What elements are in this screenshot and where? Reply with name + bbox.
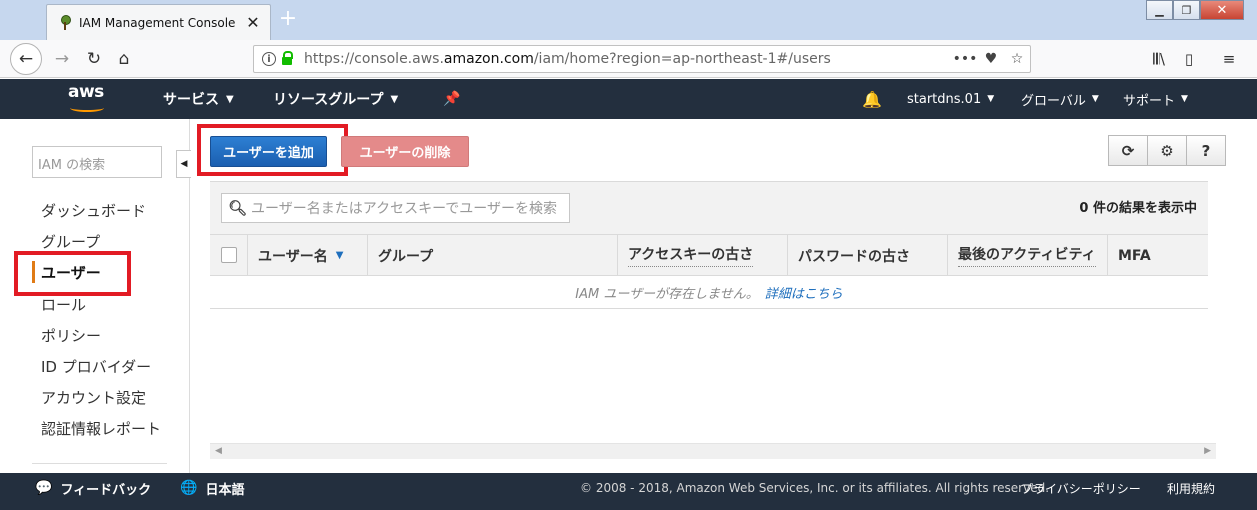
globe-icon: 🌐 — [180, 480, 198, 496]
chevron-down-icon: ▼ — [390, 93, 399, 105]
refresh-icon[interactable]: ⟳ — [1108, 135, 1148, 166]
reload-icon[interactable]: ↻ — [80, 46, 108, 72]
sidebar-divider — [32, 463, 167, 464]
chevron-down-icon: ▼ — [987, 94, 995, 104]
column-mfa[interactable]: MFA — [1107, 235, 1208, 276]
empty-table-message: IAM ユーザーが存在しません。 詳細はこちら — [210, 276, 1208, 309]
sidebar-item-identity-providers[interactable]: ID プロバイダー — [41, 356, 151, 378]
sidebar-item-account-settings[interactable]: アカウント設定 — [41, 387, 146, 409]
pin-icon[interactable]: 📌 — [443, 79, 460, 119]
user-search-placeholder: ユーザー名またはアクセスキーでユーザーを検索 — [251, 201, 557, 217]
column-password-age[interactable]: パスワードの古さ — [787, 235, 947, 276]
result-count: 0 件の結果を表示中 — [1079, 201, 1197, 216]
iam-search-input[interactable]: IAM の検索 — [32, 146, 162, 178]
window-controls: ▁ ❐ ✕ — [1146, 0, 1244, 22]
learn-more-link[interactable]: 詳細はこちら — [765, 283, 843, 302]
language-selector[interactable]: 🌐 日本語 — [180, 473, 244, 503]
url-text[interactable]: https://console.aws.amazon.com/iam/home?… — [304, 51, 952, 67]
sidebar-toggle-icon[interactable]: ▯ — [1177, 49, 1201, 69]
tab-title: IAM Management Console — [79, 15, 236, 30]
url-bar[interactable]: i https://console.aws.amazon.com/iam/hom… — [253, 45, 1031, 73]
help-icon[interactable]: ? — [1186, 135, 1226, 166]
chevron-down-icon: ▼ — [1091, 94, 1099, 104]
highlight-users-box — [14, 251, 131, 296]
browser-tab[interactable]: IAM Management Console ✕ — [46, 4, 271, 40]
pocket-icon[interactable]: ♥ — [978, 51, 1004, 67]
feedback-link[interactable]: 💬 フィードバック — [35, 473, 151, 503]
column-last-activity[interactable]: 最後のアクティビティ — [947, 235, 1107, 276]
collapse-sidebar-icon[interactable]: ◀ — [176, 150, 191, 178]
minimize-icon[interactable]: ▁ — [1146, 0, 1173, 20]
account-menu[interactable]: startdns.01 ▼ — [907, 79, 994, 119]
resource-groups-menu[interactable]: リソースグループ ▼ — [273, 79, 398, 119]
region-menu[interactable]: グローバル ▼ — [1021, 79, 1099, 119]
column-username[interactable]: ユーザー名 ▼ — [247, 235, 367, 276]
chevron-down-icon: ▼ — [226, 93, 234, 105]
close-tab-icon[interactable]: ✕ — [242, 12, 264, 34]
column-access-key-age[interactable]: アクセスキーの古さ — [617, 235, 787, 276]
scroll-right-icon[interactable]: ▶ — [1204, 446, 1211, 456]
column-groups[interactable]: グループ — [367, 235, 617, 276]
user-search-input[interactable]: 🔍︎ ユーザー名またはアクセスキーでユーザーを検索 — [221, 193, 570, 223]
back-icon[interactable]: ← — [10, 43, 42, 75]
sort-desc-icon: ▼ — [335, 250, 344, 261]
home-icon[interactable]: ⌂ — [110, 46, 138, 72]
chevron-down-icon: ▼ — [1181, 94, 1188, 104]
highlight-add-user-box — [197, 124, 348, 176]
delete-user-button[interactable]: ユーザーの削除 — [341, 136, 469, 167]
table-header: ユーザー名 ▼ グループ アクセスキーの古さ パスワードの古さ 最後のアクティビテ… — [210, 234, 1208, 276]
privacy-policy-link[interactable]: プライバシーポリシー — [1021, 473, 1141, 503]
browser-navbar: ← → ↻ ⌂ i https://console.aws.amazon.com… — [0, 40, 1257, 78]
sidebar-item-policies[interactable]: ポリシー — [41, 325, 101, 347]
sidebar-item-roles[interactable]: ロール — [41, 294, 86, 316]
support-menu[interactable]: サポート ▼ — [1123, 79, 1188, 119]
copyright-text: © 2008 - 2018, Amazon Web Services, Inc.… — [580, 481, 1050, 495]
new-tab-icon[interactable]: + — [277, 8, 299, 30]
gear-icon[interactable]: ⚙ — [1147, 135, 1187, 166]
search-icon: 🔍︎ — [228, 199, 248, 217]
select-all-checkbox[interactable] — [221, 247, 237, 263]
aws-footer: 💬 フィードバック 🌐 日本語 © 2008 - 2018, Amazon Web … — [0, 473, 1257, 510]
speech-bubble-icon: 💬 — [35, 480, 53, 496]
filter-bar: 🔍︎ ユーザー名またはアクセスキーでユーザーを検索 0 件の結果を表示中 — [210, 181, 1208, 234]
lock-icon — [282, 51, 293, 65]
sidebar-item-groups[interactable]: グループ — [41, 231, 100, 253]
horizontal-scrollbar[interactable]: ◀ ▶ — [210, 443, 1216, 459]
menu-icon[interactable]: ≡ — [1217, 49, 1241, 69]
library-icon[interactable]: 𝄃𝄃\ — [1147, 49, 1171, 69]
browser-titlebar: IAM Management Console ✕ + ▁ ❐ ✕ — [0, 0, 1257, 40]
sidebar-item-credential-report[interactable]: 認証情報レポート — [41, 418, 161, 440]
services-menu[interactable]: サービス ▼ — [163, 79, 234, 119]
sidebar-item-dashboard[interactable]: ダッシュボード — [41, 200, 146, 222]
terms-link[interactable]: 利用規約 — [1167, 473, 1215, 503]
bookmark-star-icon[interactable]: ☆ — [1004, 51, 1030, 67]
aws-logo[interactable]: aws — [68, 82, 108, 114]
page-info-icon[interactable]: i — [262, 52, 276, 66]
aws-header: aws サービス ▼ リソースグループ ▼ 📌 🔔 startdns.01 ▼ グロー… — [0, 79, 1257, 119]
window-close-icon[interactable]: ✕ — [1200, 0, 1244, 20]
scroll-left-icon[interactable]: ◀ — [215, 446, 222, 456]
iam-sidebar: IAM の検索 ◀ ダッシュボード グループ ユーザー ロール ポリシー ID … — [0, 119, 191, 473]
maximize-icon[interactable]: ❐ — [1173, 0, 1200, 20]
page-actions-icon[interactable]: ••• — [952, 51, 978, 67]
users-main: ユーザーを追加 ユーザーの削除 ⟳ ⚙ ? 🔍︎ ユーザー名またはアクセスキーで… — [191, 119, 1257, 473]
notification-bell-icon[interactable]: 🔔 — [862, 79, 882, 119]
aws-smile-icon — [70, 104, 104, 112]
forward-icon[interactable]: → — [48, 46, 76, 72]
iam-favicon-icon — [59, 14, 71, 31]
